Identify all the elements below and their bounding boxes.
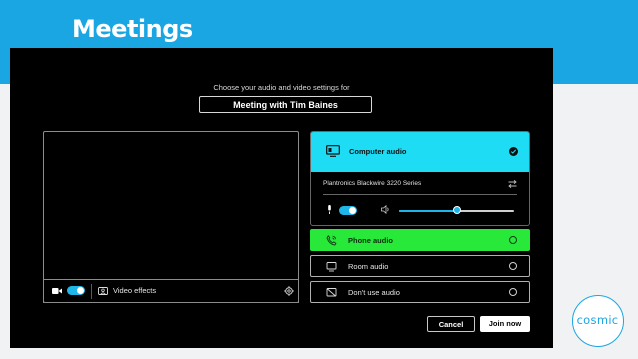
room-audio-option[interactable]: Room audio <box>310 255 530 277</box>
settings-gear-icon[interactable] <box>284 286 294 296</box>
phone-icon <box>326 235 337 246</box>
microphone-icon <box>328 205 331 214</box>
computer-icon <box>326 145 340 157</box>
audio-controls-row <box>323 204 517 218</box>
audio-device-row[interactable]: Plantronics Blackwire 3220 Series <box>323 180 517 195</box>
audio-device-name: Plantronics Blackwire 3220 Series <box>323 180 422 187</box>
room-audio-radio[interactable] <box>509 262 517 270</box>
phone-audio-radio[interactable] <box>509 236 517 244</box>
room-audio-label: Room audio <box>348 262 389 271</box>
toggle-knob <box>77 287 84 294</box>
toggle-knob <box>349 207 356 214</box>
slide-title: Meetings <box>72 15 193 43</box>
selected-check-icon <box>509 147 518 156</box>
no-audio-label: Don't use audio <box>348 288 400 297</box>
no-audio-radio[interactable] <box>509 288 517 296</box>
settings-prompt: Choose your audio and video settings for <box>213 83 350 92</box>
divider <box>91 284 92 299</box>
speaker-icon <box>381 205 389 214</box>
video-effects-label[interactable]: Video effects <box>113 286 156 295</box>
phone-audio-label: Phone audio <box>348 236 393 245</box>
meeting-title: Meeting with Tim Baines <box>199 96 372 113</box>
computer-audio-option[interactable]: Computer audio <box>311 132 529 172</box>
computer-audio-label: Computer audio <box>349 147 407 156</box>
phone-audio-option[interactable]: Phone audio <box>310 229 530 251</box>
volume-slider-fill <box>399 210 457 212</box>
video-controls-bar: Video effects <box>43 279 299 303</box>
cancel-button[interactable]: Cancel <box>427 316 475 332</box>
room-device-icon <box>326 262 337 272</box>
cosmic-logo: cosmic <box>572 295 624 347</box>
computer-audio-card[interactable]: Computer audio Plantronics Blackwire 322… <box>310 131 530 226</box>
video-effects-icon[interactable] <box>98 287 108 295</box>
volume-slider-thumb[interactable] <box>452 206 461 214</box>
video-preview <box>43 131 299 303</box>
switch-device-icon[interactable] <box>508 180 517 188</box>
microphone-toggle[interactable] <box>339 206 357 215</box>
camera-toggle[interactable] <box>67 286 85 295</box>
join-now-button[interactable]: Join now <box>480 316 530 332</box>
no-audio-option[interactable]: Don't use audio <box>310 281 530 303</box>
camera-icon <box>52 288 62 294</box>
no-audio-icon <box>326 288 337 297</box>
meeting-join-dialog: Choose your audio and video settings for… <box>10 48 553 348</box>
logo-text: cosmic <box>576 313 619 327</box>
